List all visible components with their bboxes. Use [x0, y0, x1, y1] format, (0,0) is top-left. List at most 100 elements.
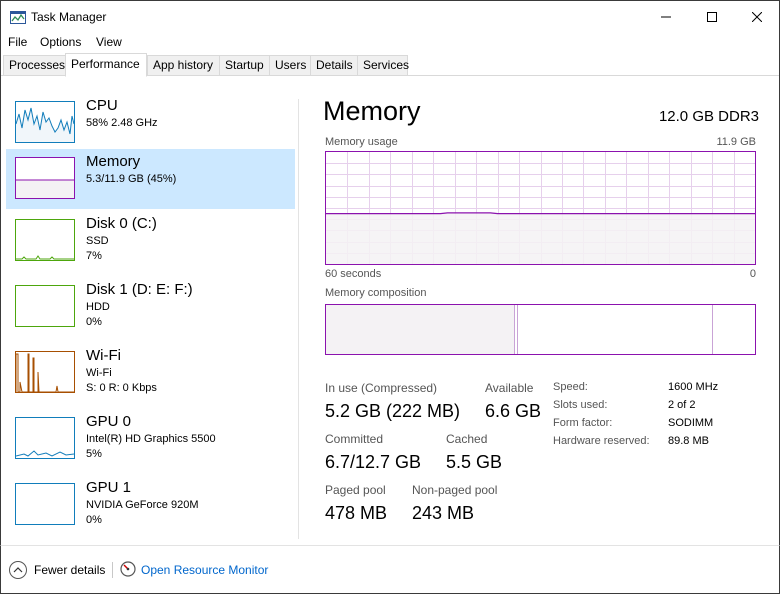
sidebar-item-detail: 5.3/11.9 GB (45%)	[86, 173, 177, 185]
sidebar-item-title: Disk 0 (C:)	[86, 215, 157, 232]
cpu-thumbnail-graph	[15, 101, 75, 143]
maximize-icon	[707, 12, 717, 22]
sidebar-item-gpu-0[interactable]: GPU 0 Intel(R) HD Graphics 5500 5%	[6, 409, 295, 469]
nonpaged-pool-label: Non-paged pool	[412, 483, 498, 497]
footer-separator	[112, 562, 113, 578]
fewer-details-button[interactable]	[9, 561, 27, 579]
hardware-reserved-value: 89.8 MB	[668, 435, 709, 447]
composition-free	[714, 305, 755, 354]
sidebar-item-detail-2: 5%	[86, 448, 102, 460]
slots-key: Slots used:	[553, 399, 608, 411]
composition-label: Memory composition	[325, 287, 427, 299]
menu-view[interactable]: View	[96, 35, 122, 49]
sidebar-item-detail-2: 7%	[86, 250, 102, 262]
chevron-up-icon	[13, 567, 23, 573]
nonpaged-pool-value: 243 MB	[412, 503, 475, 523]
sidebar-item-detail: Wi-Fi	[86, 367, 112, 379]
close-button[interactable]	[734, 1, 780, 33]
minimize-icon	[661, 16, 671, 18]
form-factor-key: Form factor:	[553, 417, 613, 429]
sidebar-item-detail: HDD	[86, 301, 110, 313]
time-axis-label: 60 seconds	[325, 268, 382, 280]
close-icon	[752, 12, 762, 22]
composition-modified	[515, 305, 518, 354]
wifi-thumbnail-graph	[15, 351, 75, 393]
cached-label: Cached	[446, 432, 488, 446]
resource-monitor-icon[interactable]	[120, 561, 136, 577]
tab-startup[interactable]: Startup	[219, 55, 269, 76]
usage-graph-max: 11.9 GB	[716, 136, 756, 148]
form-factor-value: SODIMM	[668, 417, 714, 429]
memory-spec: 12.0 GB DDR3	[658, 108, 759, 125]
tab-services[interactable]: Services	[357, 55, 409, 76]
sidebar-item-gpu-1[interactable]: GPU 1 NVIDIA GeForce 920M 0%	[6, 475, 295, 535]
memory-usage-graph	[325, 151, 756, 265]
sidebar-item-disk-1[interactable]: Disk 1 (D: E: F:) HDD 0%	[6, 277, 295, 337]
slots-value: 2 of 2	[668, 399, 696, 411]
menu-bar: File Options View	[0, 32, 780, 53]
menu-file[interactable]: File	[8, 35, 27, 49]
fewer-details-label[interactable]: Fewer details	[34, 563, 105, 577]
sidebar-item-detail: SSD	[86, 235, 109, 247]
available-value: 6.6 GB	[485, 401, 542, 421]
sidebar-item-title: Memory	[86, 153, 141, 170]
tab-strip: Processes Performance App history Startu…	[0, 53, 780, 77]
time-axis-end: 0	[749, 268, 756, 280]
paged-pool-label: Paged pool	[325, 483, 386, 497]
in-use-value: 5.2 GB (222 MB)	[325, 401, 461, 421]
paged-pool-value: 478 MB	[325, 503, 388, 523]
performance-panel: CPU 58% 2.48 GHz Memory 5.3/11.9 GB (45%…	[0, 77, 780, 545]
disk-0-thumbnail-graph	[15, 219, 75, 261]
in-use-label: In use (Compressed)	[325, 381, 438, 395]
speed-key: Speed:	[553, 381, 588, 393]
memory-composition-bar	[325, 304, 756, 355]
cached-value: 5.5 GB	[446, 452, 503, 472]
title-bar: Task Manager	[0, 0, 780, 32]
committed-value: 6.7/12.7 GB	[325, 452, 422, 472]
memory-details: Memory 12.0 GB DDR3 Memory usage 11.9 GB…	[323, 77, 759, 545]
resource-sidebar: CPU 58% 2.48 GHz Memory 5.3/11.9 GB (45%…	[2, 77, 298, 545]
sidebar-item-title: GPU 1	[86, 479, 132, 496]
sidebar-item-title: GPU 0	[86, 413, 132, 430]
menu-options[interactable]: Options	[40, 35, 81, 49]
tab-users[interactable]: Users	[269, 55, 310, 76]
disk-1-thumbnail-graph	[15, 285, 75, 327]
usage-graph-label: Memory usage	[325, 136, 398, 148]
open-resource-monitor-link[interactable]: Open Resource Monitor	[141, 563, 268, 577]
sidebar-item-detail-2: 0%	[86, 316, 102, 328]
gpu-0-thumbnail-graph	[15, 417, 75, 459]
tab-performance[interactable]: Performance	[65, 53, 147, 77]
window-title: Task Manager	[31, 10, 107, 24]
tab-app-history[interactable]: App history	[147, 55, 219, 76]
sidebar-item-detail-2: S: 0 R: 0 Kbps	[86, 382, 157, 394]
available-label: Available	[485, 381, 534, 395]
sidebar-item-cpu[interactable]: CPU 58% 2.48 GHz	[6, 93, 295, 153]
memory-usage-plot	[326, 152, 755, 264]
maximize-button[interactable]	[689, 1, 735, 33]
tab-details[interactable]: Details	[310, 55, 357, 76]
sidebar-item-detail: Intel(R) HD Graphics 5500	[86, 433, 216, 445]
gpu-1-thumbnail-graph	[15, 483, 75, 525]
sidebar-item-memory[interactable]: Memory 5.3/11.9 GB (45%)	[6, 149, 295, 209]
page-title: Memory	[323, 96, 421, 126]
sidebar-divider	[298, 99, 299, 539]
sidebar-item-detail: 58% 2.48 GHz	[86, 117, 158, 129]
sidebar-item-title: Wi-Fi	[86, 347, 121, 364]
sidebar-item-wifi[interactable]: Wi-Fi Wi-Fi S: 0 R: 0 Kbps	[6, 343, 295, 403]
composition-in-use	[326, 305, 515, 354]
hardware-reserved-key: Hardware reserved:	[553, 435, 650, 447]
sidebar-item-title: CPU	[86, 97, 118, 114]
footer-bar: Fewer details Open Resource Monitor	[0, 545, 780, 594]
memory-thumbnail-graph	[15, 157, 75, 199]
composition-standby	[519, 305, 713, 354]
speed-value: 1600 MHz	[668, 381, 719, 393]
sidebar-item-title: Disk 1 (D: E: F:)	[86, 281, 193, 298]
tab-processes[interactable]: Processes	[3, 55, 65, 76]
usage-area	[326, 213, 755, 264]
sidebar-item-disk-0[interactable]: Disk 0 (C:) SSD 7%	[6, 211, 295, 271]
committed-label: Committed	[325, 432, 384, 446]
task-manager-icon	[10, 11, 26, 24]
minimize-button[interactable]	[643, 1, 689, 33]
usage-line	[326, 212, 755, 215]
sidebar-item-detail: NVIDIA GeForce 920M	[86, 499, 199, 511]
